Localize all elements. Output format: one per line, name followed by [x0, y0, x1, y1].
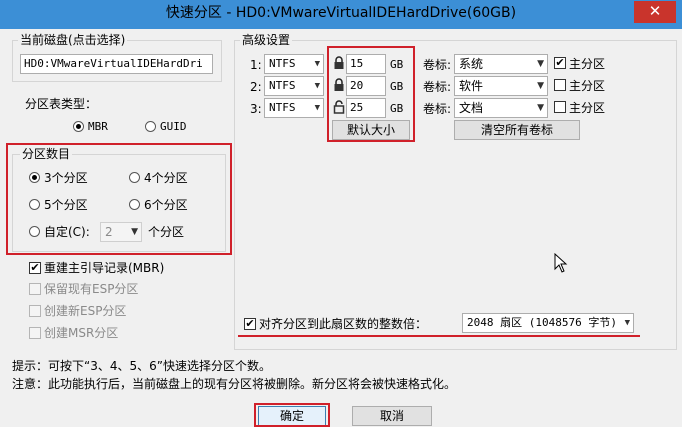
row3-fs-select[interactable]: NTFS ▼ [264, 98, 324, 118]
align-value: 2048 扇区 (1048576 字节) [467, 316, 617, 329]
partition-count-highlight [6, 143, 232, 255]
chevron-down-icon: ▼ [537, 59, 544, 69]
chevron-down-icon: ▼ [624, 318, 630, 328]
row3-label-caption: 卷标: [423, 102, 452, 116]
keep-esp-checkbox[interactable] [29, 283, 41, 295]
create-msr-label: 创建MSR分区 [44, 326, 119, 340]
size-highlight [327, 46, 415, 142]
row3-volume-select[interactable]: 文档 ▼ [454, 98, 548, 118]
row1-fs-value: NTFS [269, 57, 296, 70]
row1-volume-select[interactable]: 系统 ▼ [454, 54, 548, 74]
dialog-window: 快速分区 - HD0:VMwareVirtualIDEHardDrive(60G… [0, 0, 682, 427]
current-disk-field[interactable]: HD0:VMwareVirtualIDEHardDri [20, 54, 213, 74]
keep-esp-label: 保留现有ESP分区 [44, 282, 139, 296]
tip-line-2: 注意：此功能执行后，当前磁盘上的现有分区将被删除。新分区将会被快速格式化。 [12, 377, 457, 391]
title-bar: 快速分区 - HD0:VMwareVirtualIDEHardDrive(60G… [0, 0, 682, 29]
row3-primary-checkbox[interactable] [554, 101, 566, 113]
close-icon: ✕ [648, 2, 662, 20]
tip-line-1: 提示：可按下“3、4、5、6”快速选择分区个数。 [12, 359, 271, 373]
row3-primary-label: 主分区 [569, 101, 606, 115]
row3-fs-value: NTFS [269, 101, 296, 114]
chevron-down-icon: ▼ [314, 81, 320, 91]
align-underline [238, 335, 640, 337]
mouse-cursor-icon [554, 253, 568, 273]
row1-label-caption: 卷标: [423, 58, 452, 72]
align-select[interactable]: 2048 扇区 (1048576 字节) ▼ [462, 313, 634, 333]
row3-index: 3: [250, 102, 262, 116]
partition-table-label: 分区表类型： [25, 97, 98, 111]
align-label: 对齐分区到此扇区数的整数倍： [259, 317, 428, 331]
radio-mbr[interactable] [73, 121, 84, 132]
row1-index: 1: [250, 58, 262, 72]
row2-fs-select[interactable]: NTFS ▼ [264, 76, 324, 96]
rebuild-mbr-label: 重建主引导记录(MBR) [44, 261, 165, 275]
chevron-down-icon: ▼ [314, 103, 320, 113]
ok-highlight [254, 403, 330, 427]
radio-guid-label: GUID [160, 120, 187, 133]
row2-label-caption: 卷标: [423, 80, 452, 94]
create-esp-label: 创建新ESP分区 [44, 304, 127, 318]
row1-primary-checkbox[interactable] [554, 57, 566, 69]
row1-primary-label: 主分区 [569, 57, 606, 71]
row3-volume-value: 文档 [459, 101, 484, 115]
chevron-down-icon: ▼ [537, 81, 544, 91]
row1-fs-select[interactable]: NTFS ▼ [264, 54, 324, 74]
chevron-down-icon: ▼ [314, 59, 320, 69]
rebuild-mbr-checkbox[interactable] [29, 262, 41, 274]
align-checkbox[interactable] [244, 318, 256, 330]
advanced-legend: 高级设置 [240, 33, 293, 47]
row2-volume-value: 软件 [459, 79, 484, 93]
clear-labels-button[interactable]: 清空所有卷标 [454, 120, 580, 140]
row1-volume-value: 系统 [459, 57, 484, 71]
window-title: 快速分区 - HD0:VMwareVirtualIDEHardDrive(60G… [165, 5, 517, 21]
create-msr-checkbox[interactable] [29, 327, 41, 339]
radio-mbr-label: MBR [88, 120, 108, 133]
row2-volume-select[interactable]: 软件 ▼ [454, 76, 548, 96]
row2-index: 2: [250, 80, 262, 94]
current-disk-legend: 当前磁盘(点击选择) [18, 33, 128, 47]
create-esp-checkbox[interactable] [29, 305, 41, 317]
radio-guid[interactable] [145, 121, 156, 132]
row2-primary-label: 主分区 [569, 79, 606, 93]
close-button[interactable]: ✕ [634, 1, 676, 23]
row2-primary-checkbox[interactable] [554, 79, 566, 91]
cancel-button[interactable]: 取消 [352, 406, 432, 426]
chevron-down-icon: ▼ [537, 103, 544, 113]
row2-fs-value: NTFS [269, 79, 296, 92]
